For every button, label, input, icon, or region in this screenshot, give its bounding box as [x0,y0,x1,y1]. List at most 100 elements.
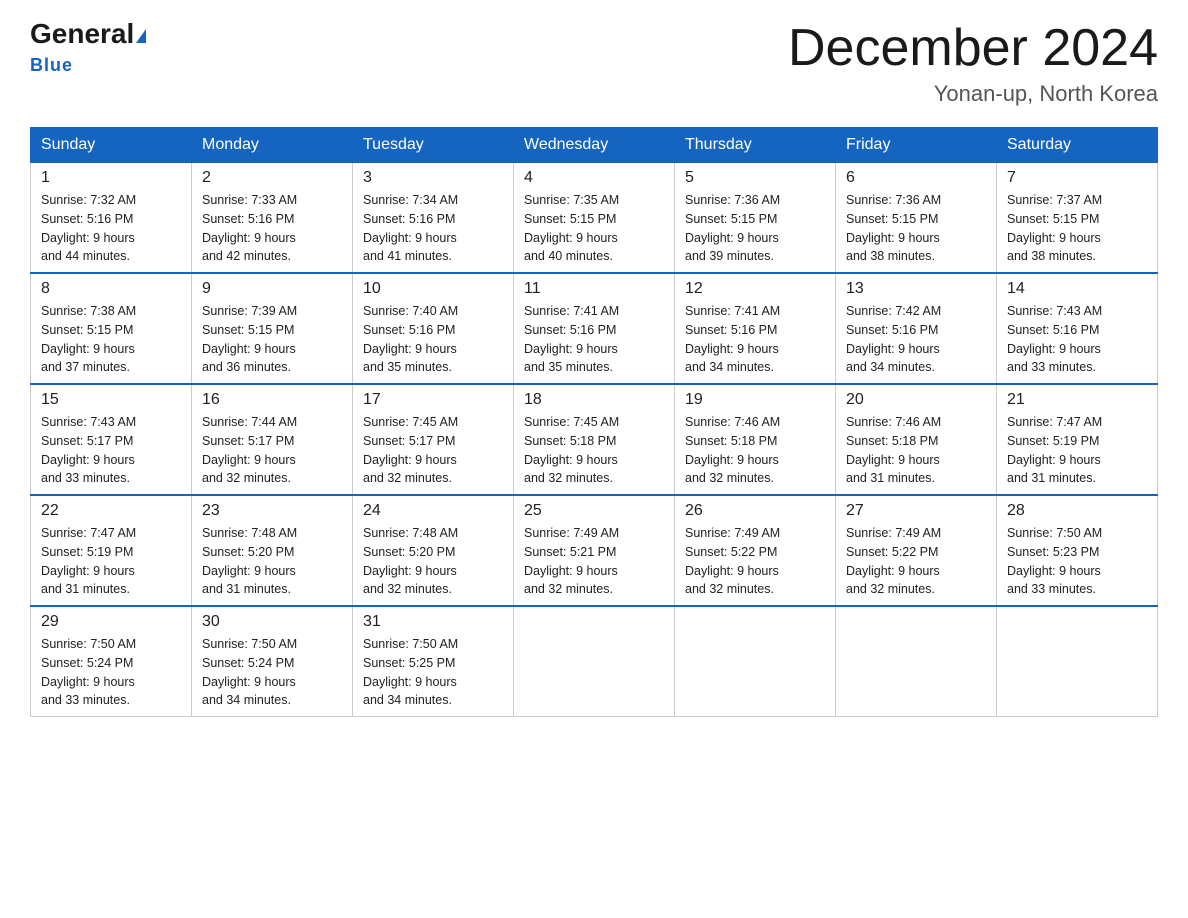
calendar-day-31: 31 Sunrise: 7:50 AMSunset: 5:25 PMDayligh… [353,606,514,717]
day-info: Sunrise: 7:49 AMSunset: 5:21 PMDaylight:… [524,524,664,599]
calendar-day-7: 7 Sunrise: 7:37 AMSunset: 5:15 PMDaylight… [997,163,1158,274]
calendar-day-9: 9Sunrise: 7:39 AMSunset: 5:15 PMDaylight… [192,273,353,384]
calendar-day-16: 16Sunrise: 7:44 AMSunset: 5:17 PMDayligh… [192,384,353,495]
day-number: 21 [1007,391,1147,409]
day-info: Sunrise: 7:48 AMSunset: 5:20 PMDaylight:… [363,524,503,599]
day-number: 27 [846,502,986,520]
calendar-day-14: 14 Sunrise: 7:43 AMSunset: 5:16 PMDayligh… [997,273,1158,384]
day-info: Sunrise: 7:50 AMSunset: 5:23 PMDaylight:… [1007,524,1147,599]
day-info: Sunrise: 7:39 AMSunset: 5:15 PMDaylight:… [202,302,342,377]
empty-cell [836,606,997,717]
calendar-day-3: 3 Sunrise: 7:34 AMSunset: 5:16 PMDaylight… [353,163,514,274]
day-number: 13 [846,280,986,298]
day-info: Sunrise: 7:43 AMSunset: 5:16 PMDaylight:… [1007,302,1147,377]
calendar-week-2: 8 Sunrise: 7:38 AMSunset: 5:15 PMDaylight… [31,273,1158,384]
calendar-day-29: 29 Sunrise: 7:50 AMSunset: 5:24 PMDayligh… [31,606,192,717]
day-info: Sunrise: 7:49 AMSunset: 5:22 PMDaylight:… [685,524,825,599]
logo-triangle-icon [136,29,146,43]
day-info: Sunrise: 7:34 AMSunset: 5:16 PMDaylight:… [363,191,503,266]
day-number: 19 [685,391,825,409]
day-info: Sunrise: 7:46 AMSunset: 5:18 PMDaylight:… [685,413,825,488]
header-wednesday: Wednesday [514,128,675,163]
calendar-week-4: 22Sunrise: 7:47 AMSunset: 5:19 PMDayligh… [31,495,1158,606]
day-info: Sunrise: 7:48 AMSunset: 5:20 PMDaylight:… [202,524,342,599]
day-info: Sunrise: 7:50 AMSunset: 5:24 PMDaylight:… [41,635,181,710]
day-number: 22 [41,502,181,520]
day-number: 17 [363,391,503,409]
day-info: Sunrise: 7:32 AMSunset: 5:16 PMDaylight:… [41,191,181,266]
calendar-day-6: 6 Sunrise: 7:36 AMSunset: 5:15 PMDaylight… [836,163,997,274]
calendar-day-1: 1 Sunrise: 7:32 AMSunset: 5:16 PMDaylight… [31,163,192,274]
day-info: Sunrise: 7:50 AMSunset: 5:24 PMDaylight:… [202,635,342,710]
day-number: 11 [524,280,664,298]
day-number: 25 [524,502,664,520]
day-number: 8 [41,280,181,298]
day-number: 24 [363,502,503,520]
day-number: 4 [524,169,664,187]
day-number: 3 [363,169,503,187]
header-sunday: Sunday [31,128,192,163]
calendar-day-13: 13Sunrise: 7:42 AMSunset: 5:16 PMDayligh… [836,273,997,384]
day-info: Sunrise: 7:49 AMSunset: 5:22 PMDaylight:… [846,524,986,599]
month-title: December 2024 [788,20,1158,77]
day-number: 15 [41,391,181,409]
calendar-day-22: 22Sunrise: 7:47 AMSunset: 5:19 PMDayligh… [31,495,192,606]
day-info: Sunrise: 7:35 AMSunset: 5:15 PMDaylight:… [524,191,664,266]
calendar-day-15: 15 Sunrise: 7:43 AMSunset: 5:17 PMDayligh… [31,384,192,495]
day-number: 7 [1007,169,1147,187]
day-info: Sunrise: 7:46 AMSunset: 5:18 PMDaylight:… [846,413,986,488]
calendar-day-2: 2Sunrise: 7:33 AMSunset: 5:16 PMDaylight… [192,163,353,274]
calendar-day-30: 30 Sunrise: 7:50 AMSunset: 5:24 PMDayligh… [192,606,353,717]
header-saturday: Saturday [997,128,1158,163]
day-number: 23 [202,502,342,520]
calendar-day-12: 12Sunrise: 7:41 AMSunset: 5:16 PMDayligh… [675,273,836,384]
day-info: Sunrise: 7:45 AMSunset: 5:17 PMDaylight:… [363,413,503,488]
calendar-table: SundayMondayTuesdayWednesdayThursdayFrid… [30,127,1158,717]
header-thursday: Thursday [675,128,836,163]
day-number: 29 [41,613,181,631]
day-number: 6 [846,169,986,187]
day-number: 31 [363,613,503,631]
day-number: 1 [41,169,181,187]
day-number: 30 [202,613,342,631]
calendar-day-21: 21 Sunrise: 7:47 AMSunset: 5:19 PMDayligh… [997,384,1158,495]
empty-cell [675,606,836,717]
logo: General Blue [30,20,146,76]
day-number: 26 [685,502,825,520]
day-number: 12 [685,280,825,298]
day-number: 5 [685,169,825,187]
day-info: Sunrise: 7:38 AMSunset: 5:15 PMDaylight:… [41,302,181,377]
day-info: Sunrise: 7:50 AMSunset: 5:25 PMDaylight:… [363,635,503,710]
day-number: 18 [524,391,664,409]
calendar-day-19: 19 Sunrise: 7:46 AMSunset: 5:18 PMDayligh… [675,384,836,495]
calendar-day-4: 4 Sunrise: 7:35 AMSunset: 5:15 PMDaylight… [514,163,675,274]
day-info: Sunrise: 7:45 AMSunset: 5:18 PMDaylight:… [524,413,664,488]
day-number: 2 [202,169,342,187]
day-info: Sunrise: 7:47 AMSunset: 5:19 PMDaylight:… [1007,413,1147,488]
calendar-day-25: 25 Sunrise: 7:49 AMSunset: 5:21 PMDayligh… [514,495,675,606]
calendar-day-20: 20Sunrise: 7:46 AMSunset: 5:18 PMDayligh… [836,384,997,495]
header-monday: Monday [192,128,353,163]
calendar-week-1: 1 Sunrise: 7:32 AMSunset: 5:16 PMDaylight… [31,163,1158,274]
header-tuesday: Tuesday [353,128,514,163]
day-info: Sunrise: 7:40 AMSunset: 5:16 PMDaylight:… [363,302,503,377]
calendar-day-27: 27 Sunrise: 7:49 AMSunset: 5:22 PMDayligh… [836,495,997,606]
calendar-day-28: 28 Sunrise: 7:50 AMSunset: 5:23 PMDayligh… [997,495,1158,606]
day-info: Sunrise: 7:41 AMSunset: 5:16 PMDaylight:… [524,302,664,377]
day-number: 28 [1007,502,1147,520]
calendar-day-10: 10 Sunrise: 7:40 AMSunset: 5:16 PMDayligh… [353,273,514,384]
day-info: Sunrise: 7:43 AMSunset: 5:17 PMDaylight:… [41,413,181,488]
empty-cell [997,606,1158,717]
day-info: Sunrise: 7:36 AMSunset: 5:15 PMDaylight:… [846,191,986,266]
day-number: 14 [1007,280,1147,298]
calendar-day-5: 5 Sunrise: 7:36 AMSunset: 5:15 PMDaylight… [675,163,836,274]
day-number: 10 [363,280,503,298]
empty-cell [514,606,675,717]
day-info: Sunrise: 7:44 AMSunset: 5:17 PMDaylight:… [202,413,342,488]
day-info: Sunrise: 7:36 AMSunset: 5:15 PMDaylight:… [685,191,825,266]
calendar-header-row: SundayMondayTuesdayWednesdayThursdayFrid… [31,128,1158,163]
title-block: December 2024 Yonan-up, North Korea [788,20,1158,107]
calendar-day-8: 8 Sunrise: 7:38 AMSunset: 5:15 PMDaylight… [31,273,192,384]
logo-general: General [30,18,134,49]
day-info: Sunrise: 7:37 AMSunset: 5:15 PMDaylight:… [1007,191,1147,266]
